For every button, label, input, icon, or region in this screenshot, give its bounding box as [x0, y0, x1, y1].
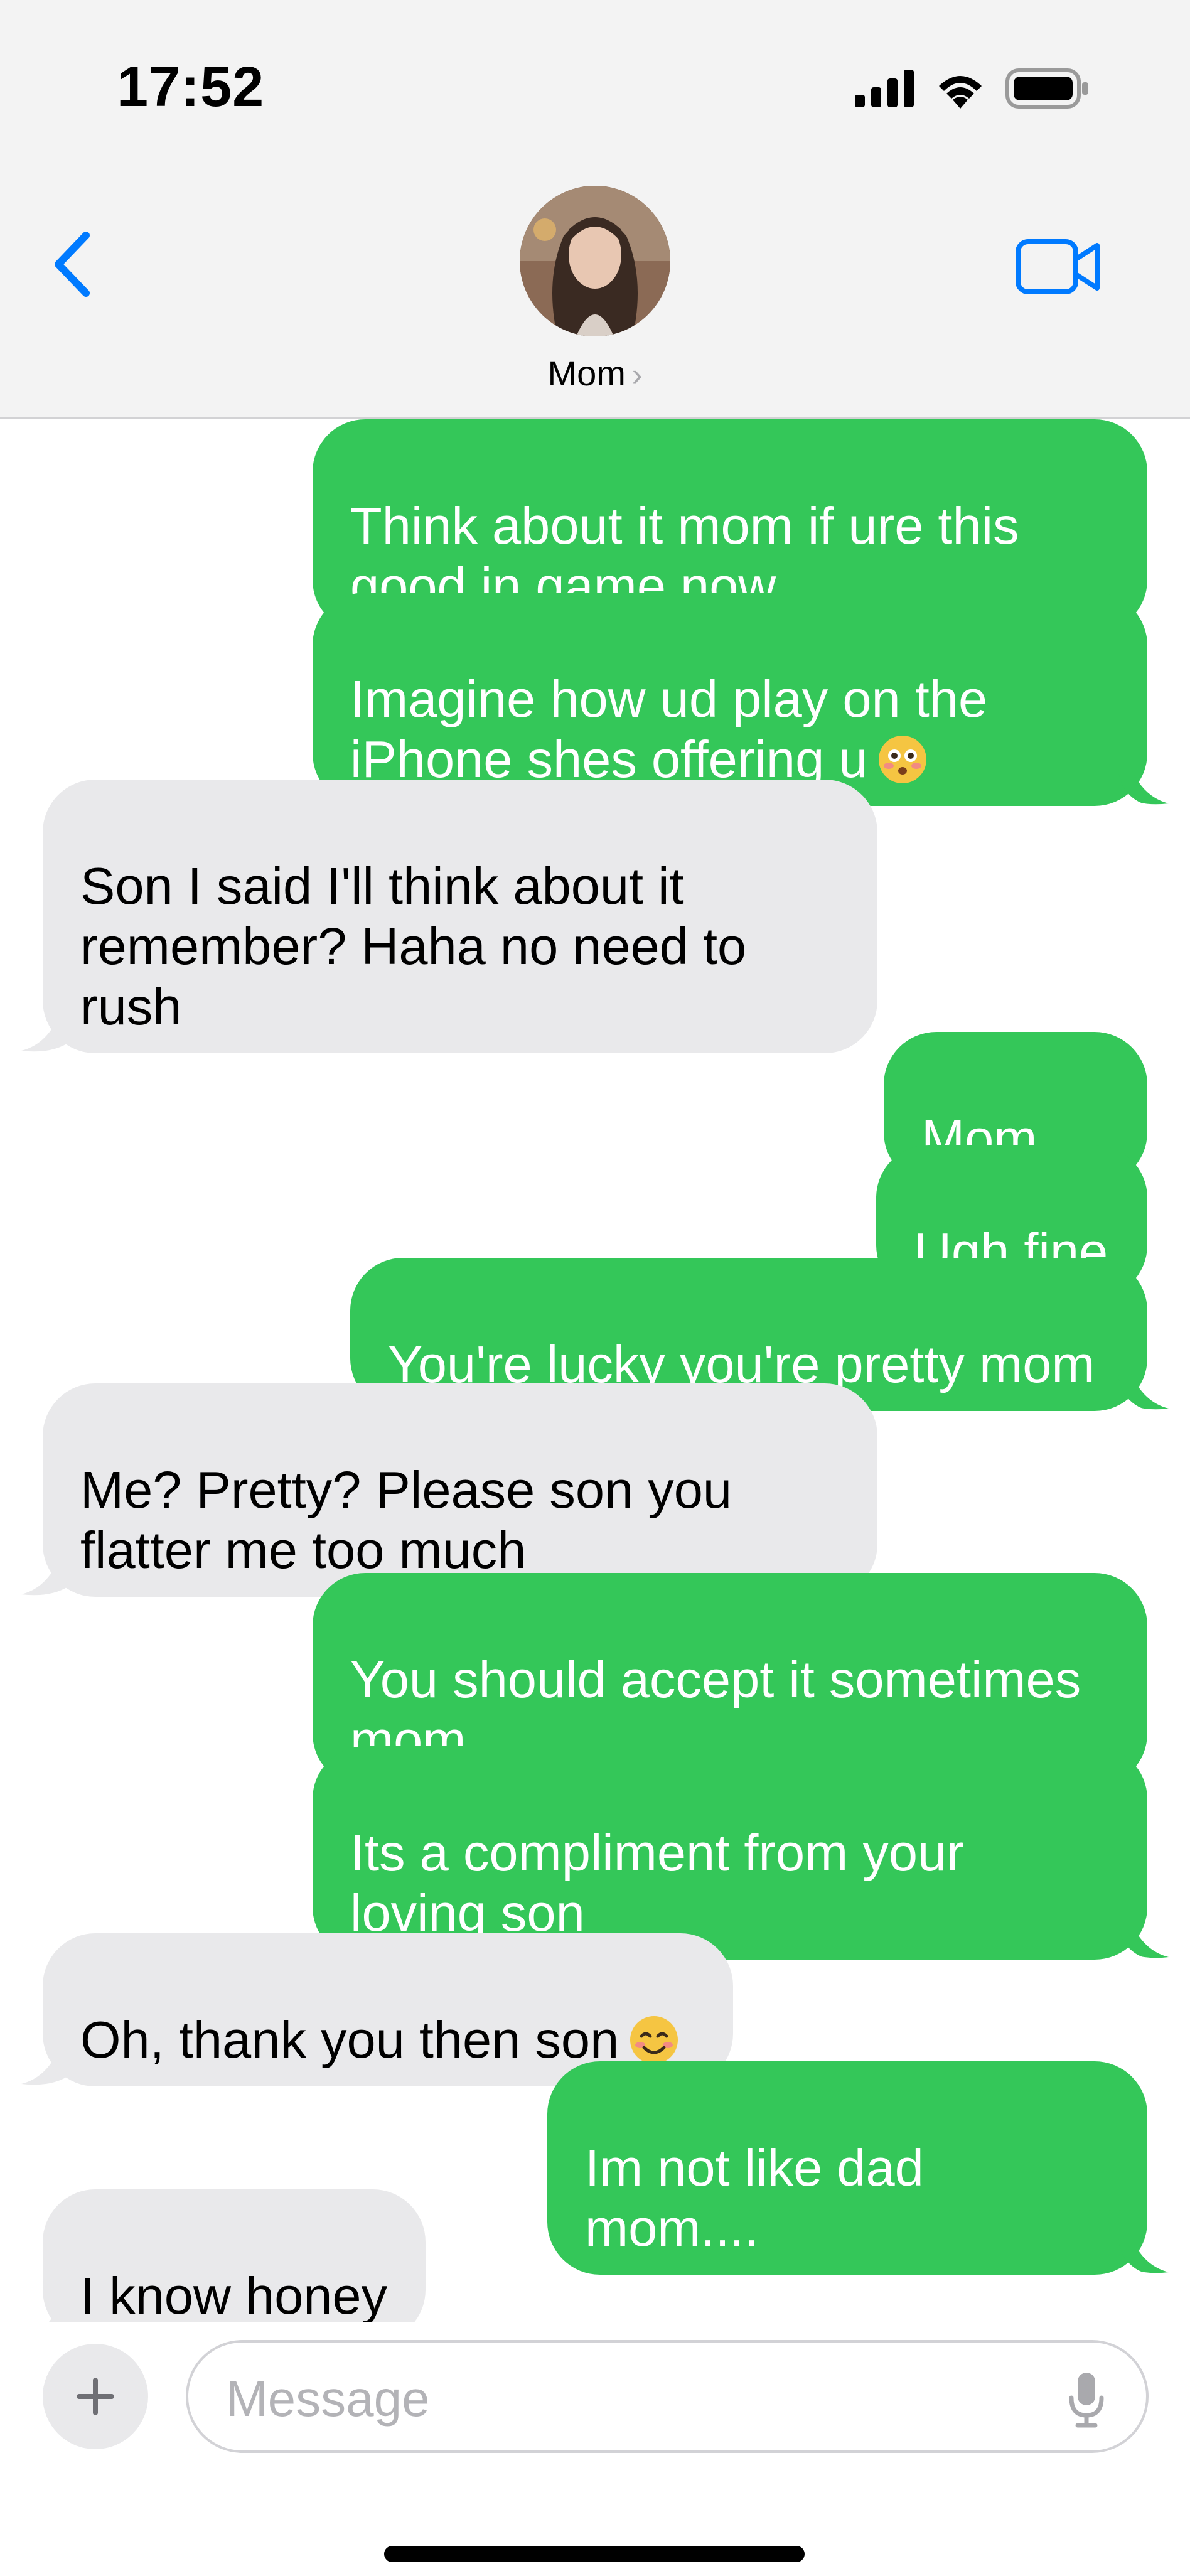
dictation-button[interactable]	[1058, 2368, 1115, 2430]
status-time: 17:52	[117, 56, 265, 119]
message-field	[186, 2340, 1149, 2453]
apps-plus-button[interactable]	[43, 2344, 148, 2449]
smiling-face-icon	[630, 2016, 678, 2064]
sent-message[interactable]: Its a compliment from your loving son	[313, 1746, 1147, 1960]
received-message[interactable]: Me? Pretty? Please son you flatter me to…	[43, 1383, 877, 1597]
chevron-right-icon: ›	[631, 357, 643, 392]
avatar-photo	[520, 186, 670, 336]
signal-icon	[855, 70, 914, 107]
flushed-face-icon	[879, 736, 927, 783]
contact-avatar[interactable]	[520, 186, 670, 336]
home-indicator[interactable]	[384, 2546, 805, 2562]
back-chevron-icon	[55, 232, 90, 297]
facetime-video-button[interactable]	[989, 232, 1127, 301]
contact-name: Mom	[547, 353, 626, 393]
sent-message[interactable]: Imagine how ud play on the iPhone shes o…	[313, 593, 1147, 806]
conversation-header: 17:52 Mom ›	[0, 0, 1190, 419]
message-thread[interactable]: Think about it mom if ure this good in g…	[0, 419, 1190, 2327]
plus-icon	[77, 2378, 114, 2415]
received-message[interactable]: Son I said I'll think about it remember?…	[43, 780, 877, 1053]
microphone-icon	[1069, 2373, 1104, 2428]
wifi-icon	[939, 76, 982, 109]
back-button[interactable]	[44, 223, 100, 305]
video-camera-icon	[1016, 239, 1100, 294]
compose-bar	[0, 2322, 1190, 2576]
received-message[interactable]: I know honey	[43, 2189, 426, 2327]
messages-screen: 17:52 Mom › Think about it mom if ure th…	[0, 0, 1190, 2576]
sent-message[interactable]: Im not like dad mom....	[547, 2061, 1147, 2275]
battery-icon	[1005, 68, 1088, 109]
status-icons	[855, 60, 1090, 117]
message-input[interactable]	[226, 2368, 1042, 2430]
contact-name-button[interactable]: Mom ›	[0, 353, 1190, 394]
